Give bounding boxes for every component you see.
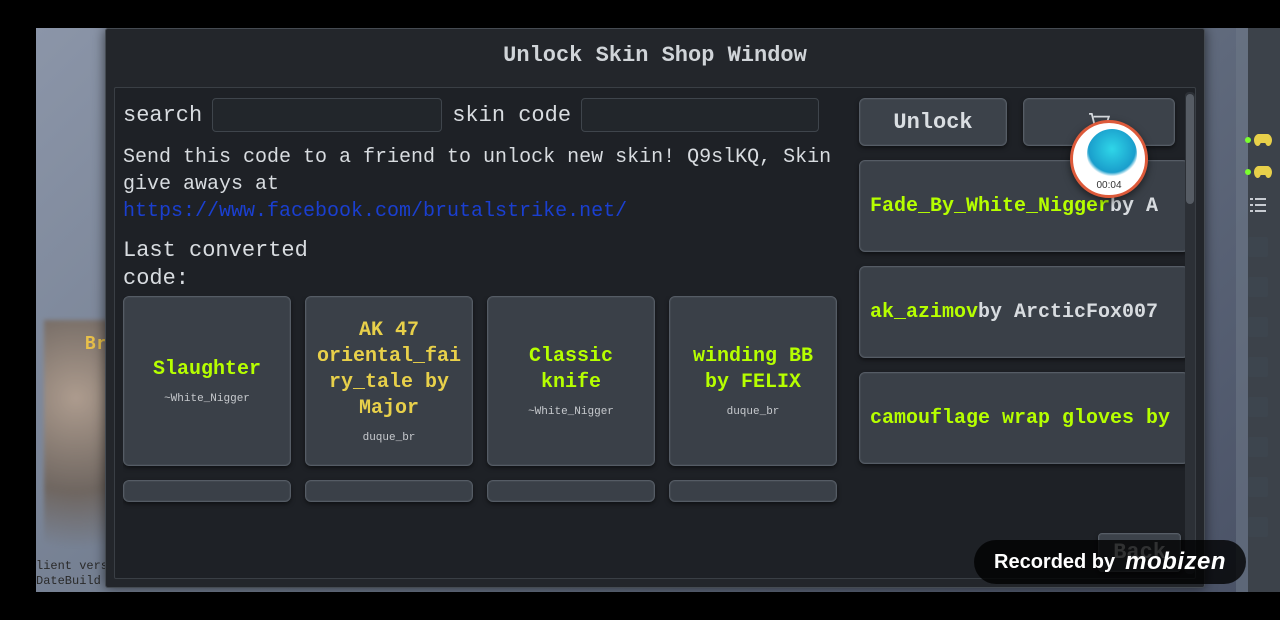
player-indicator-1 <box>1245 134 1272 146</box>
gamepad-icon <box>1254 166 1272 178</box>
gamepad-icon <box>1254 134 1272 146</box>
last-converted-label: Last converted code: <box>123 237 343 292</box>
hud-slot <box>1248 237 1268 257</box>
recorder-avatar: 00:04 <box>1070 120 1148 198</box>
hud-slot <box>1248 477 1268 497</box>
skin-card-title: AK 47 oriental_fairy_tale by Major <box>312 318 466 422</box>
skin-card-author: duque_br <box>363 432 416 444</box>
search-label: search <box>123 103 202 128</box>
hud-slot <box>1248 517 1268 537</box>
skin-code-label: skin code <box>452 103 571 128</box>
list-icon[interactable] <box>1250 198 1266 217</box>
skin-card-author: duque_br <box>727 406 780 418</box>
scrollbar-thumb[interactable] <box>1186 94 1194 204</box>
info-text: Send this code to a friend to unlock new… <box>123 144 849 225</box>
skin-card-author: ~White_Nigger <box>164 393 250 405</box>
skin-shop-modal: Unlock Skin Shop Window search skin code… <box>105 28 1205 588</box>
background-art-label: Br <box>85 333 107 354</box>
side-skin-item[interactable]: ak_azimov by ArcticFox007 <box>859 266 1189 358</box>
skin-card-title: Classic knife <box>494 344 648 396</box>
skin-card[interactable]: winding BB by FELIX duque_br <box>669 296 837 466</box>
skin-card-title: Slaughter <box>153 357 261 383</box>
scrollbar[interactable] <box>1185 92 1195 574</box>
recorder-watermark: Recorded by mobizen <box>974 540 1246 584</box>
skin-card[interactable] <box>123 480 291 502</box>
skin-card-author: ~White_Nigger <box>528 406 614 418</box>
skin-card[interactable] <box>669 480 837 502</box>
modal-title: Unlock Skin Shop Window <box>106 29 1204 78</box>
side-skin-item[interactable]: camouflage wrap gloves by <box>859 372 1189 464</box>
mobizen-logo: mobizen <box>1125 548 1226 576</box>
recorder-timer: 00:04 <box>1073 180 1145 191</box>
skin-code-input[interactable] <box>581 98 819 132</box>
background-version-text: lient vers DateBuild <box>36 559 108 590</box>
right-hud-strip <box>1236 28 1280 592</box>
skin-card[interactable]: AK 47 oriental_fairy_tale by Major duque… <box>305 296 473 466</box>
hud-slot <box>1248 437 1268 457</box>
hud-slot <box>1248 357 1268 377</box>
hud-slot <box>1248 317 1268 337</box>
search-input[interactable] <box>212 98 442 132</box>
giveaway-link[interactable]: https://www.facebook.com/brutalstrike.ne… <box>123 200 627 223</box>
unlock-button[interactable]: Unlock <box>859 98 1007 146</box>
skin-card[interactable] <box>487 480 655 502</box>
watermark-prefix: Recorded by <box>994 551 1115 574</box>
skin-card-title: winding BB by FELIX <box>676 344 830 396</box>
skin-card[interactable] <box>305 480 473 502</box>
hud-slot <box>1248 397 1268 417</box>
skin-card[interactable]: Slaughter ~White_Nigger <box>123 296 291 466</box>
skin-card[interactable]: Classic knife ~White_Nigger <box>487 296 655 466</box>
player-indicator-2 <box>1245 166 1272 178</box>
hud-slot <box>1248 277 1268 297</box>
